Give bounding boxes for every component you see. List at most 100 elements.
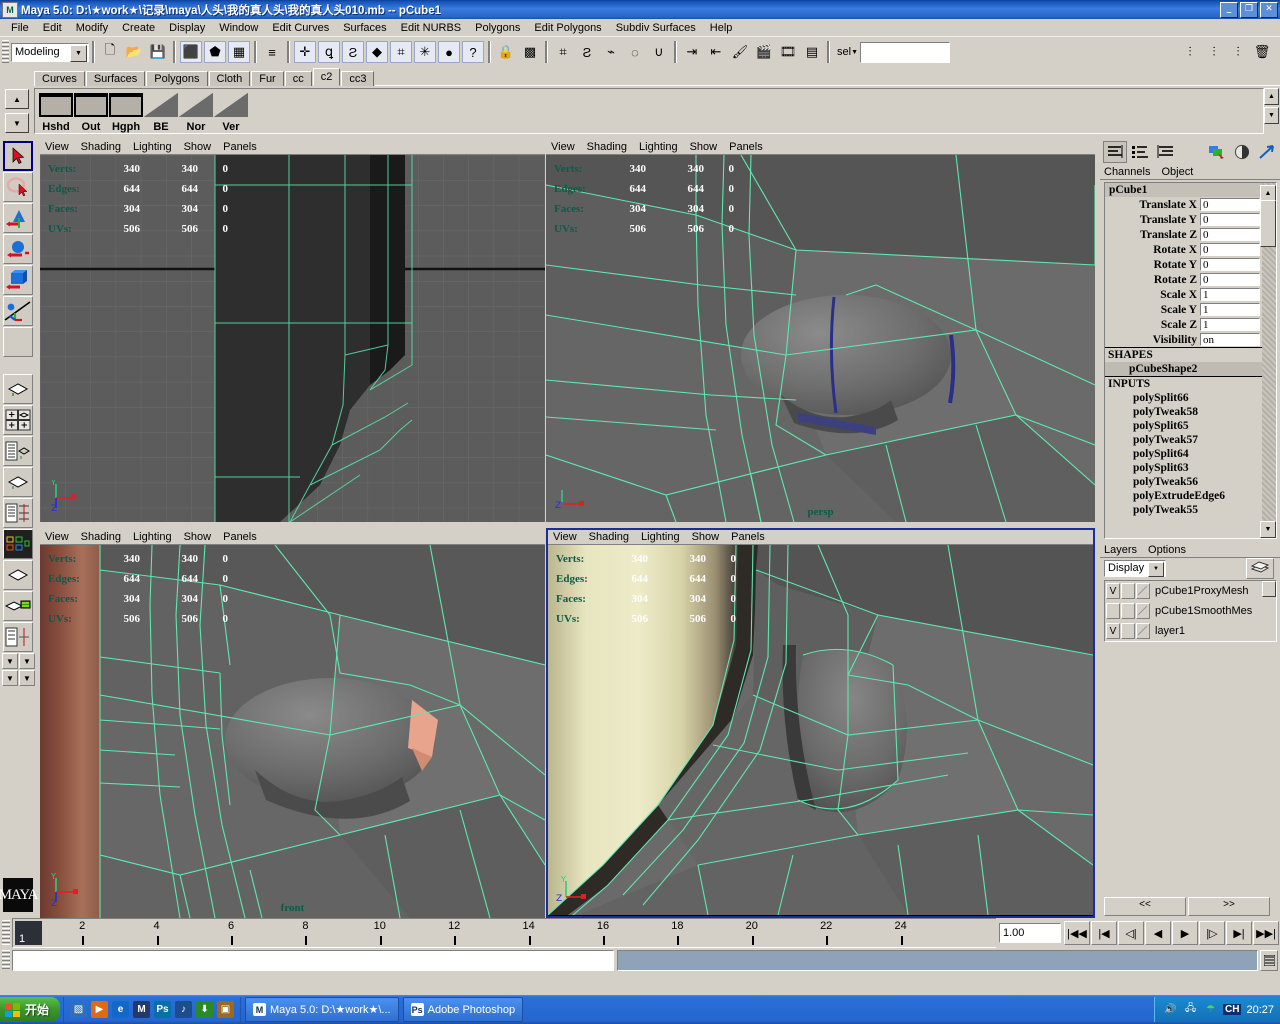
close-button[interactable]: ✕ — [1260, 2, 1278, 18]
channel-value[interactable]: 1 — [1200, 288, 1260, 301]
menu-help[interactable]: Help — [703, 21, 740, 35]
lock-selection-icon[interactable]: 🔒 — [495, 41, 517, 63]
shelf-right-down-icon[interactable]: ▼ — [1264, 107, 1279, 124]
scale-tool-button[interactable] — [3, 265, 33, 295]
go-to-end-button[interactable]: ▶▶| — [1253, 921, 1279, 945]
network-icon[interactable]: 🖧 — [1183, 1002, 1198, 1017]
snap-to-grid-icon[interactable]: ⌗ — [552, 41, 574, 63]
volume-icon[interactable]: 🔊 — [1163, 1002, 1178, 1017]
channel-value[interactable]: 1 — [1200, 318, 1260, 331]
persp-graph-layout-button[interactable] — [3, 467, 33, 497]
polygons-mask-icon[interactable]: ◆ — [366, 41, 388, 63]
current-time-indicator[interactable]: 1 — [15, 921, 42, 945]
menu-edit[interactable]: Edit — [36, 21, 69, 35]
viewport-menu-shading-2[interactable]: Shading — [81, 531, 121, 543]
channel-box-menu-object[interactable]: Object — [1161, 166, 1193, 178]
viewport-menu-panels-3[interactable]: Panels — [731, 531, 765, 543]
chevron-down-icon[interactable]: ▼ — [70, 44, 87, 62]
input-node-item[interactable]: polyTweak56 — [1105, 475, 1276, 489]
side-detail-viewport-panel[interactable]: View Shading Lighting Show Panels Verts:… — [546, 528, 1095, 918]
folder-icon[interactable]: ▣ — [217, 1001, 235, 1018]
layer-playback-toggle[interactable] — [1121, 623, 1135, 639]
channel-value[interactable]: 0 — [1200, 228, 1260, 241]
shelf-item-BE[interactable]: BE — [144, 93, 178, 133]
command-line[interactable] — [0, 972, 1280, 995]
show-manipulator-tool-button[interactable] — [3, 296, 33, 326]
panel-nav-next[interactable]: >> — [1188, 897, 1270, 916]
input-node-item[interactable]: polyTweak55 — [1105, 503, 1276, 517]
viewport-menu-shading-3[interactable]: Shading — [589, 531, 629, 543]
outliner-persp-layout-button[interactable] — [3, 436, 33, 466]
ime-indicator[interactable]: CH — [1223, 1004, 1242, 1015]
step-back-keyframe-button[interactable]: |◀ — [1091, 921, 1117, 945]
save-scene-icon[interactable]: 💾 — [147, 41, 169, 63]
viewport-menu-view-2[interactable]: View — [45, 531, 69, 543]
shelf-item-Nor[interactable]: Nor — [179, 93, 213, 133]
last-tool-used-button[interactable] — [3, 327, 33, 357]
curves-mask-icon[interactable]: ꝗ — [318, 41, 340, 63]
photoshop-icon[interactable]: Ps — [154, 1001, 172, 1018]
layer-menu-layers[interactable]: Layers — [1104, 544, 1137, 556]
input-node-item[interactable]: polySplit64 — [1105, 447, 1276, 461]
layer-visibility-toggle[interactable] — [1106, 603, 1120, 619]
show-channel-box-layer-editor-icon[interactable] — [1128, 141, 1152, 163]
show-channel-box-icon[interactable] — [1103, 141, 1127, 163]
layer-type-toggle[interactable] — [1136, 583, 1150, 599]
layer-list[interactable]: VpCube1ProxyMesh pCube1SmoothMes Vlayer1 — [1104, 580, 1277, 642]
outliner-graph-layout-button[interactable] — [3, 498, 33, 528]
menu-modify[interactable]: Modify — [69, 21, 115, 35]
layer-playback-toggle[interactable] — [1121, 603, 1135, 619]
range-options-icon[interactable] — [1260, 949, 1278, 971]
viewport-menu-show-3[interactable]: Show — [692, 531, 720, 543]
viewport-menu-lighting-3[interactable]: Lighting — [641, 531, 680, 543]
step-forward-keyframe-button[interactable]: ▶| — [1226, 921, 1252, 945]
channel-value[interactable]: 0 — [1200, 213, 1260, 226]
input-node-item[interactable]: polyExtrudeEdge6 — [1105, 489, 1276, 503]
layer-list-scroll-up[interactable] — [1262, 581, 1276, 597]
viewport-menu-view-3[interactable]: View — [553, 531, 577, 543]
hypershade-layout-button[interactable] — [3, 560, 33, 590]
open-scene-icon[interactable]: 📂 — [123, 41, 145, 63]
viewport-canvas-persp[interactable]: Verts: 340 340 0 Edges: 644 644 0 Faces: 304 304 0 U… — [546, 155, 1095, 522]
shelf-tab-cc[interactable]: cc — [284, 71, 312, 86]
viewport-canvas-side-detail[interactable]: Verts: 340 340 0 Edges: 644 644 0 Faces: 304 304 0 U… — [548, 545, 1093, 915]
internet-explorer-icon[interactable]: e — [112, 1001, 130, 1018]
viewport-menu-shading-1[interactable]: Shading — [587, 141, 627, 153]
particles-mask-icon[interactable]: ✳ — [414, 41, 436, 63]
snap-to-view-plane-icon[interactable]: ◌ — [624, 41, 646, 63]
front-viewport-panel[interactable]: View Shading Lighting Show Panels Verts:… — [40, 530, 545, 918]
chevron-down-icon[interactable]: ▼ — [851, 49, 858, 56]
layer-type-toggle[interactable] — [1136, 603, 1150, 619]
status-line-gripper[interactable] — [2, 40, 9, 64]
channel-value[interactable]: 0 — [1200, 198, 1260, 211]
viewport-menu-shading-0[interactable]: Shading — [81, 141, 121, 153]
go-to-start-button[interactable]: |◀◀ — [1064, 921, 1090, 945]
channel-value[interactable]: 0 — [1200, 243, 1260, 256]
four-view-layout-button[interactable] — [3, 405, 33, 435]
select-tool-button[interactable] — [3, 141, 33, 171]
layer-row[interactable]: Vlayer1 — [1105, 621, 1276, 641]
umbrella-icon[interactable]: ☂ — [1203, 1002, 1218, 1017]
surfaces-mask-icon[interactable]: Ƨ — [342, 41, 364, 63]
shape-item[interactable]: pCubeShape2 — [1105, 362, 1276, 376]
render-current-frame-icon[interactable]: 🖌 — [729, 41, 751, 63]
shelf-tab-Fur[interactable]: Fur — [251, 71, 284, 86]
winamp-icon[interactable]: ♪ — [175, 1001, 193, 1018]
step-back-frame-button[interactable]: ◁| — [1118, 921, 1144, 945]
side-viewport-panel[interactable]: View Shading Lighting Show Panels Verts:… — [40, 140, 545, 522]
tool-settings-icon[interactable] — [1230, 141, 1254, 163]
channel-value[interactable]: on — [1200, 333, 1260, 346]
component-mask-icon[interactable]: ≡ — [261, 41, 283, 63]
nurbs-mask-icon[interactable]: ● — [438, 41, 460, 63]
viewport-menu-lighting-1[interactable]: Lighting — [639, 141, 678, 153]
menu-window[interactable]: Window — [212, 21, 265, 35]
maximize-button[interactable]: ❐ — [1240, 2, 1258, 18]
channel-box-menu-channels[interactable]: Channels — [1104, 166, 1150, 178]
layer-type-toggle[interactable] — [1136, 623, 1150, 639]
channel-box-arrow-icon[interactable] — [1255, 141, 1279, 163]
play-backwards-button[interactable]: ◀ — [1145, 921, 1171, 945]
viewport-menu-view-1[interactable]: View — [551, 141, 575, 153]
show-channel-box-icon[interactable]: ⫶ — [1227, 41, 1249, 63]
viewport-menu-lighting-0[interactable]: Lighting — [133, 141, 172, 153]
layer-mode-dropdown[interactable]: Display ▼ — [1104, 559, 1166, 577]
